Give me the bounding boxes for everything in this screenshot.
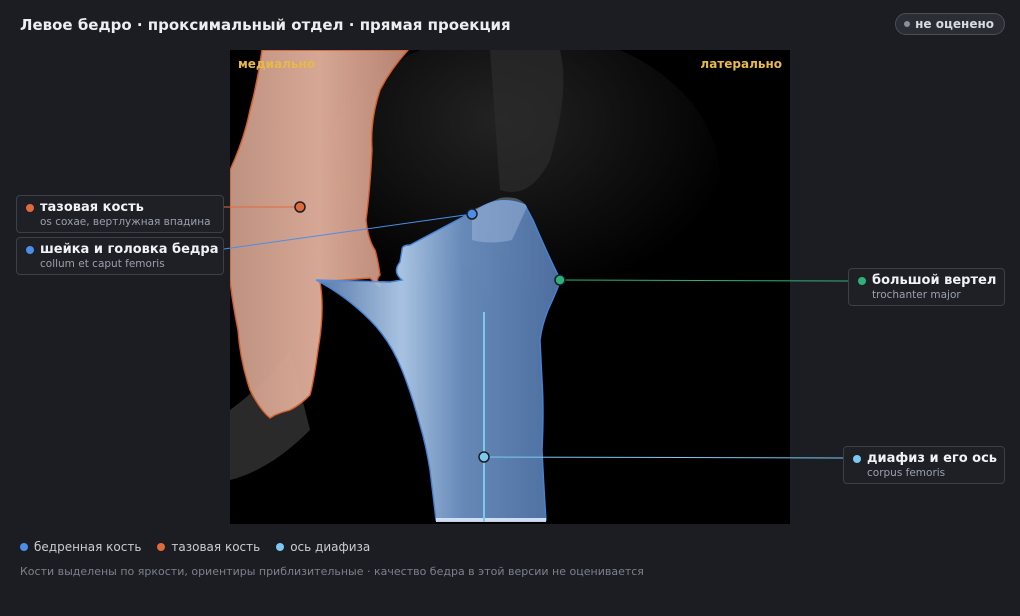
legend-label: ось диафиза [290, 540, 371, 554]
femur-dot-icon [26, 245, 34, 254]
femur-swatch-icon [20, 543, 28, 551]
legend-label: бедренная кость [34, 540, 142, 554]
status-badge: не оценено [895, 13, 1005, 35]
legend-item-axis: ось диафиза [276, 540, 370, 554]
orientation-medial-label: медиально [238, 57, 316, 71]
annotation-latin: trochanter major [872, 289, 961, 301]
annotation-title: большой вертел [872, 273, 997, 288]
legend: бедренная кость тазовая кость ось диафиз… [20, 540, 370, 554]
pelvis-swatch-icon [157, 543, 166, 551]
annotation-card-shaft[interactable]: диафиз и его ось corpus femoris [843, 446, 1005, 484]
orientation-lateral-label: латерально [700, 57, 782, 71]
annotation-title: тазовая кость [40, 200, 144, 215]
legend-label: тазовая кость [171, 540, 261, 554]
annotation-card-pelvis[interactable]: тазовая кость os coxae, вертлужная впади… [16, 195, 224, 233]
xray-image [230, 50, 790, 524]
legend-item-pelvis: тазовая кость [157, 540, 260, 554]
page-title: Левое бедро · проксимальный отдел · прям… [20, 16, 511, 34]
status-dot-icon [904, 21, 911, 27]
annotation-card-femoral-neck[interactable]: шейка и головка бедра collum et caput fe… [16, 237, 224, 275]
pelvis-dot-icon [26, 203, 34, 212]
annotation-title: шейка и головка бедра [40, 242, 219, 257]
shaft-dot-icon [853, 454, 861, 463]
trochanter-dot-icon [858, 276, 866, 285]
footnote: Кости выделены по яркости, ориентиры при… [20, 565, 644, 578]
legend-item-femur: бедренная кость [20, 540, 141, 554]
annotation-latin: os coxae, вертлужная впадина [40, 216, 211, 228]
annotation-title: диафиз и его ось [867, 451, 998, 466]
status-badge-label: не оценено [915, 17, 994, 31]
annotation-latin: collum et caput femoris [40, 258, 165, 270]
xray-viewer[interactable]: медиально латерально [230, 50, 790, 524]
annotation-latin: corpus femoris [867, 467, 946, 479]
annotation-card-greater-trochanter[interactable]: большой вертел trochanter major [848, 268, 1005, 306]
axis-swatch-icon [276, 543, 285, 551]
